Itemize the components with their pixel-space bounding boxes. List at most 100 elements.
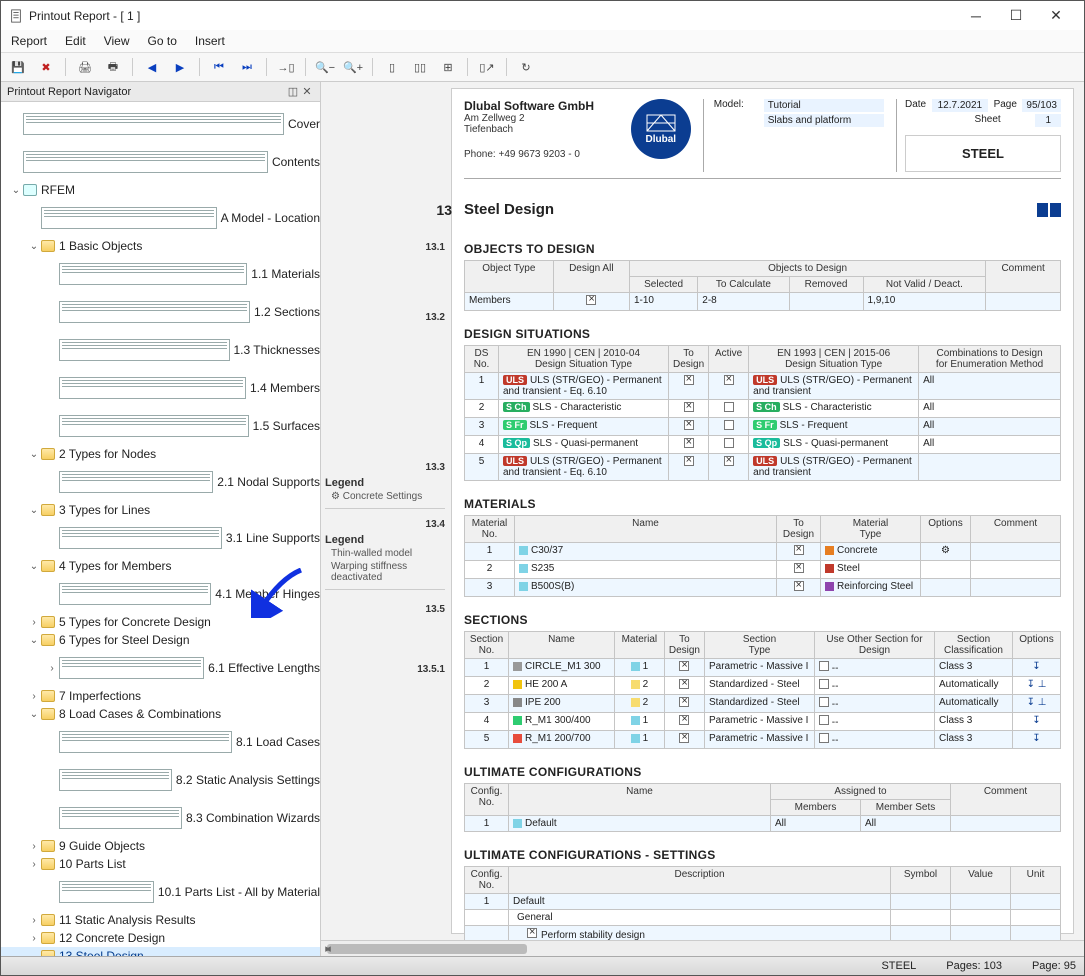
tree-node[interactable]: ⌄6 Types for Steel Design (1, 631, 320, 649)
close-panel-icon[interactable]: ✕ (300, 85, 314, 98)
page-icon (23, 151, 268, 173)
page-icon (59, 301, 250, 323)
zoom-in-icon[interactable]: 🔍+ (342, 57, 364, 77)
tree-node[interactable]: 8.2 Static Analysis Settings (1, 761, 320, 799)
tree-node[interactable]: 1.1 Materials (1, 255, 320, 293)
folder-icon (41, 708, 55, 720)
tree-node[interactable]: 2.1 Nodal Supports (1, 463, 320, 501)
chevron-right-icon[interactable]: › (27, 915, 41, 926)
menu-goto[interactable]: Go to (148, 34, 177, 48)
print-settings-icon[interactable]: 🖶 (102, 57, 124, 77)
tree-node[interactable]: 1.3 Thicknesses (1, 331, 320, 369)
navigator-tree[interactable]: Cover Contents ⌄RFEMA Model - Location⌄1 B… (1, 102, 320, 956)
chevron-down-icon[interactable]: ⌄ (27, 709, 41, 720)
tree-label: 8.2 Static Analysis Settings (176, 773, 320, 787)
tree-node[interactable]: ⌄3 Types for Lines (1, 501, 320, 519)
tree-node[interactable]: 1.4 Members (1, 369, 320, 407)
tree-node[interactable]: 8.3 Combination Wizards (1, 799, 320, 837)
navigator-title: Printout Report Navigator (7, 86, 131, 98)
close-button[interactable]: ✕ (1036, 7, 1076, 24)
tree-node[interactable]: › 7 Imperfections (1, 687, 320, 705)
menu-report[interactable]: Report (11, 34, 47, 48)
tree-node[interactable]: ⌄ 2 Types for Nodes (1, 445, 320, 463)
tree-node[interactable]: Cover (1, 105, 320, 143)
tree-node[interactable]: ⌄13 Steel Design (1, 947, 320, 956)
chevron-right-icon[interactable]: › (27, 841, 41, 852)
chevron-right-icon[interactable]: › (27, 617, 41, 628)
scroll-right-icon[interactable]: ▸ (321, 942, 335, 955)
menu-insert[interactable]: Insert (195, 34, 225, 48)
dlubal-logo: Dlubal (631, 99, 691, 159)
scroll-thumb[interactable] (327, 944, 527, 954)
tree-node[interactable]: ›11 Static Analysis Results (1, 911, 320, 929)
materials-table: MaterialNo. Name ToDesign MaterialType O… (464, 515, 1061, 597)
chevron-down-icon[interactable]: ⌄ (27, 561, 41, 572)
tree-label: 8.1 Load Cases (236, 735, 320, 749)
date-value: 12.7.2021 (932, 99, 989, 112)
menu-view[interactable]: View (104, 34, 130, 48)
page-icon (23, 113, 284, 135)
chevron-right-icon[interactable]: › (27, 691, 41, 702)
chevron-right-icon[interactable]: › (27, 933, 41, 944)
tree-node[interactable]: 4.1 Member Hinges (1, 575, 320, 613)
tree-node[interactable]: 3.1 Line Supports (1, 519, 320, 557)
folder-icon (41, 240, 55, 252)
company-addr1: Am Zellweg 2 (464, 113, 619, 124)
objects-to-design-header: Objects to Design (629, 261, 985, 277)
tree-node[interactable]: 1.5 Surfaces (1, 407, 320, 445)
chevron-down-icon[interactable]: ⌄ (27, 505, 41, 516)
tree-node[interactable]: ›12 Concrete Design (1, 929, 320, 947)
maximize-button[interactable]: ☐ (996, 7, 1036, 24)
folder-icon (41, 504, 55, 516)
tree-node[interactable]: 8.1 Load Cases (1, 723, 320, 761)
menu-edit[interactable]: Edit (65, 34, 86, 48)
document-icon (9, 9, 23, 23)
nav-first-icon[interactable]: ⏮ (208, 57, 230, 77)
tree-node[interactable]: 10.1 Parts List - All by Material (1, 873, 320, 911)
export-icon[interactable]: ▯↗ (476, 57, 498, 77)
tree-node[interactable]: ⌄RFEM (1, 181, 320, 199)
chevron-right-icon[interactable]: › (45, 663, 59, 674)
zoom-out-icon[interactable]: 🔍− (314, 57, 336, 77)
chevron-right-icon[interactable]: › (27, 859, 41, 870)
tree-node[interactable]: A Model - Location (1, 199, 320, 237)
refresh-icon[interactable]: ↻ (515, 57, 537, 77)
main-area: Printout Report Navigator ◫ ✕ Cover Conte… (1, 82, 1084, 956)
page-double-icon[interactable]: ▯▯ (409, 57, 431, 77)
chevron-down-icon[interactable]: ⌄ (27, 449, 41, 460)
nav-last-icon[interactable]: ⏭ (236, 57, 258, 77)
tree-node[interactable]: › 6.1 Effective Lengths (1, 649, 320, 687)
tree-node[interactable]: ›9 Guide Objects (1, 837, 320, 855)
tree-node[interactable]: ⌄4 Types for Members (1, 557, 320, 575)
tree-label: Contents (272, 155, 320, 169)
goto-page-icon[interactable]: →▯ (275, 57, 297, 77)
page-grid-icon[interactable]: ⊞ (437, 57, 459, 77)
nav-prev-icon[interactable]: ◀ (141, 57, 163, 77)
tree-label: 2 Types for Nodes (59, 447, 156, 461)
delete-page-icon[interactable]: ✖ (35, 57, 57, 77)
nav-next-icon[interactable]: ▶ (169, 57, 191, 77)
page-single-icon[interactable]: ▯ (381, 57, 403, 77)
horizontal-scrollbar[interactable]: ◂ ▸ (321, 940, 1084, 956)
chevron-down-icon[interactable]: ⌄ (27, 241, 41, 252)
chevron-down-icon[interactable]: ⌄ (9, 185, 23, 196)
tree-node[interactable]: ›5 Types for Concrete Design (1, 613, 320, 631)
chevron-down-icon[interactable]: ⌄ (27, 635, 41, 646)
window-title: Printout Report - [ 1 ] (29, 9, 956, 23)
sections-table: SectionNo. Name Material ToDesign Sectio… (464, 631, 1061, 749)
tree-label: 4.1 Member Hinges (215, 587, 320, 601)
pin-icon[interactable]: ◫ (286, 85, 300, 98)
save-icon[interactable]: 💾 (7, 57, 29, 77)
page-icon (59, 415, 249, 437)
tree-node[interactable]: Contents (1, 143, 320, 181)
tree-node[interactable]: 1.2 Sections (1, 293, 320, 331)
tree-node[interactable]: ⌄1 Basic Objects (1, 237, 320, 255)
tree-label: 10.1 Parts List - All by Material (158, 885, 320, 899)
print-icon[interactable]: 🖨 (74, 57, 96, 77)
tree-node[interactable]: ⌄8 Load Cases & Combinations (1, 705, 320, 723)
folder-icon (41, 840, 55, 852)
tree-label: 7 Imperfections (59, 689, 141, 703)
minimize-button[interactable]: ─ (956, 8, 996, 24)
tree-label: 6.1 Effective Lengths (208, 661, 320, 675)
tree-node[interactable]: ›10 Parts List (1, 855, 320, 873)
